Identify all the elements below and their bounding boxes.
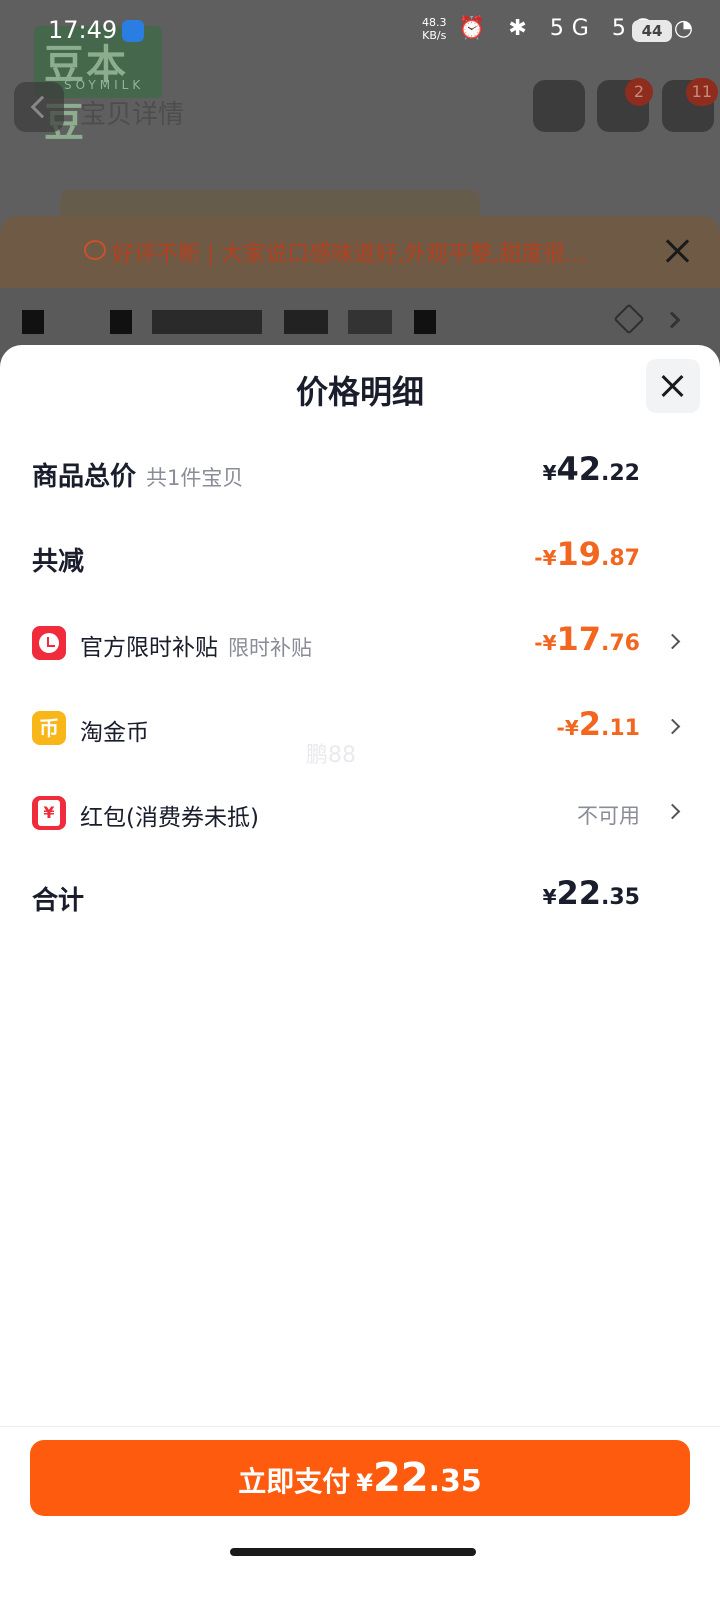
amount-decimal: .35 [428,1464,482,1499]
cart-badge: 2 [625,78,653,106]
price-detail-sheet: 价格明细 商品总价 共1件宝贝 ¥42.22 共减 -¥19.87 官方限时补贴限… [0,345,720,1600]
amount-integer: 19 [556,535,602,573]
clock-icon [32,626,66,660]
pixelated-text [22,310,44,334]
currency-symbol: ¥ [356,1469,373,1497]
total-price-label-text: 商品总价 [32,462,137,492]
red-packet-icon-char: ¥ [38,800,60,826]
sum-label: 合计 [32,886,85,916]
amount-integer: 17 [556,620,602,658]
sum-amount: ¥22.35 [543,874,640,912]
subsidy-tag: 限时补贴 [228,636,312,660]
pixelated-text [348,310,392,334]
currency-symbol: ¥ [542,461,557,485]
network-speed-unit: KB/s [422,29,447,42]
amount-integer: 42 [556,450,602,488]
amount-decimal: .76 [601,631,640,656]
red-packet-label: 红包(消费券未抵) [80,805,259,831]
network-speed-value: 48.3 [422,16,447,29]
currency-symbol: -¥ [534,546,557,570]
amount-integer: 2 [578,705,602,743]
subsidy-label: 官方限时补贴 限时补贴 [80,628,312,662]
item-count: 共1件宝贝 [146,466,244,490]
amount-decimal: .87 [601,546,640,571]
close-notice-icon[interactable] [662,236,692,266]
battery-icon: 44 [632,20,672,42]
amount-decimal: .11 [601,716,640,741]
pixelated-text [110,310,132,334]
taojinbi-label: 淘金币 [80,720,149,746]
taojinbi-amount: -¥2.11 [557,705,640,743]
more-button: 11 [662,78,718,132]
total-discount-label: 共减 [32,547,85,577]
total-discount-amount: -¥19.87 [534,535,640,573]
message-badge: 11 [685,78,718,106]
chat-bubble-icon [84,240,106,260]
pixelated-text [152,310,262,334]
chevron-right-icon [664,718,681,735]
amount-integer: 22 [556,874,602,912]
total-discount-row: 共减 -¥19.87 [0,527,720,587]
red-packet-row[interactable]: ¥ 红包(消费券未抵) 不可用 [0,782,720,842]
currency-symbol: ¥ [542,885,557,909]
chevron-right-icon [664,803,681,820]
subsidy-row[interactable]: 官方限时补贴 限时补贴 -¥17.76 [0,612,720,672]
pay-now-label: 立即支付 [238,1465,351,1498]
sum-row: 合计 ¥22.35 [0,866,720,926]
review-notice-text: 好评不断 | 大家说口感味道好,外观平整,甜度很... [112,242,587,267]
subsidy-amount: -¥17.76 [534,620,640,658]
sheet-title: 价格明细 [295,373,424,411]
subsidy-label-text: 官方限时补贴 [80,635,218,661]
app-notification-icon [122,20,144,42]
network-speed: 48.3 KB/s [422,16,447,42]
close-sheet-button[interactable] [646,359,700,413]
coin-icon: 币 [32,711,66,745]
amount-decimal: .22 [601,461,640,486]
pixelated-text [414,310,436,334]
footer-divider [0,1426,720,1427]
pay-now-button[interactable]: 立即支付 ¥22.35 [30,1440,690,1516]
back-button [14,82,64,132]
amount-decimal: .35 [601,885,640,910]
total-price-label: 商品总价 共1件宝贝 [32,456,243,493]
taojinbi-row[interactable]: 币 淘金币 -¥2.11 [0,697,720,757]
share-button [533,80,585,132]
amount-integer: 22 [372,1455,429,1501]
status-bar: 17:49 48.3 KB/s ⏰ ✱ 5G 5G ◔ 44 [0,0,720,64]
currency-symbol: -¥ [556,716,579,740]
brand-logo-subtext: SOYMILK [64,78,145,92]
chevron-right-icon [664,633,681,650]
currency-symbol: -¥ [534,631,557,655]
pixelated-text [284,310,328,334]
red-packet-icon: ¥ [32,796,66,830]
watermark-text: 鹏88 [306,743,356,768]
home-indicator[interactable] [230,1548,476,1556]
total-price-amount: ¥42.22 [543,450,640,488]
status-time: 17:49 [48,16,118,44]
red-packet-status: 不可用 [577,804,640,828]
cart-button: 2 [597,78,653,132]
total-price-row: 商品总价 共1件宝贝 ¥42.22 [0,442,720,502]
page-title: 宝贝详情 [80,100,185,130]
